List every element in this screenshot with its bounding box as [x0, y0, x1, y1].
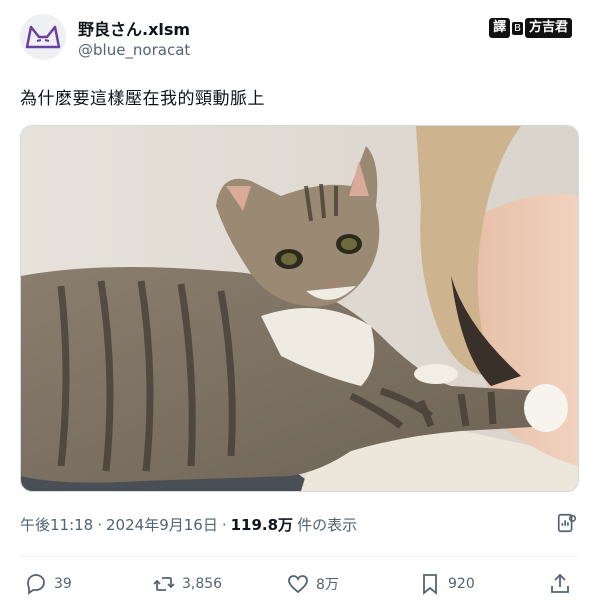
reply-button[interactable]: 39: [24, 572, 72, 596]
tweet-date[interactable]: 2024年9月16日: [106, 514, 218, 535]
tweet-text: 為什麽要這樣壓在我的頸動脈上: [20, 89, 265, 109]
watermark-mid: B: [512, 21, 523, 35]
meta-separator: ·: [221, 515, 227, 534]
tweet-actions: 39 3,856 8万 920: [20, 572, 578, 600]
watermark-right: 方吉君: [524, 18, 572, 38]
cat-avatar-icon: [25, 25, 61, 49]
like-button[interactable]: 8万: [286, 572, 339, 596]
display-name[interactable]: 野良さん.xlsm: [78, 16, 190, 40]
analytics-icon[interactable]: [556, 512, 578, 538]
retweet-count: 3,856: [182, 576, 223, 592]
user-handle[interactable]: @blue_noracat: [78, 41, 190, 59]
heart-icon: [288, 575, 308, 594]
avatar[interactable]: [20, 14, 66, 60]
bookmark-button[interactable]: 920: [418, 572, 475, 596]
view-count-label: 件の表示: [297, 516, 358, 534]
bookmark-count: 920: [448, 576, 475, 592]
divider: [20, 556, 578, 557]
retweet-icon: [153, 577, 175, 591]
watermark: 譯 B 方吉君: [489, 18, 572, 38]
bookmark-icon: [423, 574, 437, 595]
tweet-photo[interactable]: [20, 125, 579, 492]
share-button[interactable]: [548, 572, 572, 596]
retweet-button[interactable]: 3,856: [152, 572, 222, 596]
watermark-left: 譯: [489, 18, 511, 38]
view-count: 119.8万: [230, 516, 294, 534]
tweet-time[interactable]: 午後11:18: [20, 514, 93, 535]
share-icon: [551, 573, 569, 593]
tweet-meta: 午後11:18 · 2024年9月16日 · 119.8万 件の表示: [20, 514, 357, 535]
cat-photo-image: [21, 126, 578, 491]
meta-separator: ·: [97, 515, 103, 534]
like-count: 8万: [316, 577, 339, 593]
reply-count: 39: [54, 576, 72, 592]
reply-icon: [27, 574, 45, 595]
